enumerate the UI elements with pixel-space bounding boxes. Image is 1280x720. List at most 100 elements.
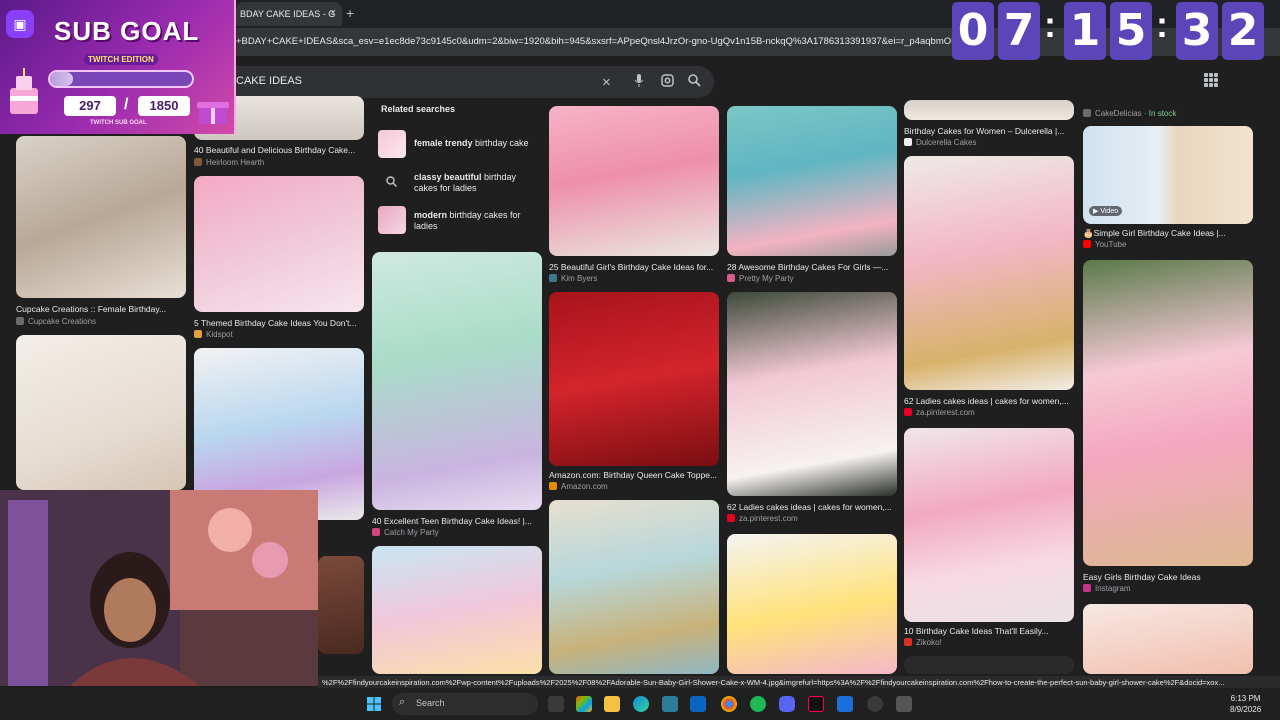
tab-close-icon[interactable]: ×: [330, 7, 336, 19]
search-icon: [386, 176, 398, 190]
search-query[interactable]: CAKE IDEAS: [236, 75, 302, 87]
spotify-icon[interactable]: [750, 696, 766, 712]
task-view-icon[interactable]: [548, 696, 564, 712]
clear-icon[interactable]: ×: [602, 74, 611, 91]
result-caption[interactable]: 62 Ladies cakes ideas | cakes for women,…: [727, 502, 892, 512]
result-source[interactable]: YouTube: [1083, 240, 1126, 249]
result-image-8[interactable]: [372, 546, 542, 674]
result-image-4[interactable]: [194, 176, 364, 312]
result-image-14[interactable]: [727, 534, 897, 674]
result-caption[interactable]: 28 Awesome Birthday Cakes For Girls —...: [727, 262, 888, 272]
result-caption[interactable]: Easy Girls Birthday Cake Ideas: [1083, 572, 1201, 582]
result-source[interactable]: Cupcake Creations: [16, 317, 96, 326]
sub-goal-footer: TWITCH SUB GOAL: [90, 120, 147, 126]
sub-count-goal: 1850: [138, 96, 190, 116]
result-caption[interactable]: 62 Ladies cakes ideas | cakes for women,…: [904, 396, 1069, 406]
related-thumb: [378, 206, 406, 234]
tab-title: BDAY CAKE IDEAS - G: [240, 9, 336, 19]
result-caption[interactable]: Cupcake Creations :: Female Birthday...: [16, 304, 166, 314]
lens-icon[interactable]: [661, 74, 674, 90]
app-icon[interactable]: [837, 696, 853, 712]
result-caption[interactable]: 25 Beautiful Girl's Birthday Cake Ideas …: [549, 262, 713, 272]
system-clock[interactable]: 6:13 PM 8/9/2026: [1230, 693, 1261, 715]
stock-badge: In stock: [1148, 109, 1177, 118]
chrome-icon[interactable]: [721, 696, 737, 712]
related-item[interactable]: classy beautiful birthday cakes for ladi…: [378, 168, 538, 200]
result-source[interactable]: Pretty My Party: [727, 274, 794, 283]
result-image-17[interactable]: [904, 428, 1074, 622]
source-name: za.pinterest.com: [916, 408, 975, 417]
url-text[interactable]: +BDAY+CAKE+IDEAS&sca_esv=e1ec8de73c9145c…: [236, 36, 956, 47]
result-caption[interactable]: 40 Beautiful and Delicious Birthday Cake…: [194, 145, 355, 155]
sub-count-slash: /: [124, 96, 129, 113]
result-image-21[interactable]: [1083, 604, 1253, 674]
source-name: CakeDelicias: [1095, 109, 1142, 118]
related-item[interactable]: modern birthday cakes for ladies: [378, 206, 538, 238]
result-source[interactable]: Instagram: [1083, 584, 1131, 593]
result-caption[interactable]: 40 Excellent Teen Birthday Cake Ideas! |…: [372, 516, 532, 526]
tiktok-icon[interactable]: [808, 696, 824, 712]
streamer-image: [0, 490, 318, 686]
file-explorer-icon[interactable]: [604, 696, 620, 712]
search-icon[interactable]: [688, 74, 701, 90]
result-image-15[interactable]: [904, 100, 1074, 120]
timer-separator: :: [1156, 4, 1168, 45]
result-source[interactable]: CakeDelicias · In stock: [1083, 109, 1176, 118]
result-image-7[interactable]: [372, 252, 542, 510]
result-image-6[interactable]: [318, 556, 364, 654]
mic-icon[interactable]: [634, 74, 644, 90]
status-url: %2F%2Ffindyourcakeinspiration.com%2Fwp-c…: [318, 676, 1280, 688]
browser-tab[interactable]: BDAY CAKE IDEAS - G ×: [236, 2, 342, 26]
sub-goal-progress-fill: [50, 72, 73, 86]
result-source[interactable]: Catch My Party: [372, 528, 439, 537]
result-source[interactable]: Heirloom Hearth: [194, 158, 264, 167]
result-image-12[interactable]: [727, 106, 897, 256]
result-image-9[interactable]: [549, 106, 719, 256]
cake-icon: [10, 68, 38, 114]
result-image-1[interactable]: [16, 136, 186, 298]
result-source[interactable]: Zikoko!: [904, 638, 942, 647]
search-icon: ⌕: [399, 696, 406, 708]
result-image-20[interactable]: [1083, 260, 1253, 566]
result-image-18[interactable]: [904, 656, 1074, 674]
related-item[interactable]: female trendy birthday cake: [378, 130, 538, 162]
result-source[interactable]: za.pinterest.com: [727, 514, 798, 523]
result-source[interactable]: Amazon.com: [549, 482, 608, 491]
outlook-icon[interactable]: [690, 696, 706, 712]
result-image-10[interactable]: [549, 292, 719, 466]
result-source[interactable]: Kim Byers: [549, 274, 597, 283]
result-caption[interactable]: Birthday Cakes for Women – Dulcerella |.…: [904, 126, 1064, 136]
result-source[interactable]: za.pinterest.com: [904, 408, 975, 417]
result-caption[interactable]: 10 Birthday Cake Ideas That'll Easily...: [904, 626, 1048, 636]
result-source[interactable]: Kidspot: [194, 330, 233, 339]
result-caption[interactable]: 5 Themed Birthday Cake Ideas You Don't..…: [194, 318, 357, 328]
result-caption[interactable]: 🎂Simple Girl Birthday Cake Ideas |...: [1083, 228, 1226, 239]
obs-icon[interactable]: [867, 696, 883, 712]
source-name: Heirloom Hearth: [206, 158, 265, 167]
timer-digit: 5: [1110, 2, 1152, 60]
twitch-icon: ▣: [6, 10, 34, 38]
new-tab-button[interactable]: +: [346, 5, 354, 21]
result-image-2[interactable]: [16, 335, 186, 490]
taskbar-search[interactable]: ⌕ Search: [392, 693, 538, 715]
discord-icon[interactable]: [779, 696, 795, 712]
search-box[interactable]: CAKE IDEAS ×: [236, 66, 714, 98]
time: 6:13 PM: [1230, 694, 1261, 703]
result-image-11[interactable]: [549, 500, 719, 674]
app-icon[interactable]: [896, 696, 912, 712]
timer-separator: :: [1044, 4, 1056, 45]
timer-digit: 0: [952, 2, 994, 60]
source-name: Zikoko!: [916, 638, 942, 647]
result-source[interactable]: Dulcerella Cakes: [904, 138, 976, 147]
result-image-13[interactable]: [727, 292, 897, 496]
edge-icon[interactable]: [633, 696, 649, 712]
result-image-19[interactable]: ▶ Video: [1083, 126, 1253, 224]
video-badge: ▶ Video: [1089, 206, 1123, 216]
google-apps-icon[interactable]: [1204, 73, 1218, 87]
result-caption[interactable]: Amazon.com: Birthday Queen Cake Toppe...: [549, 470, 717, 480]
sub-goal-title: SUB GOAL: [54, 16, 200, 46]
copilot-icon[interactable]: [576, 696, 592, 712]
store-icon[interactable]: [662, 696, 678, 712]
result-image-16[interactable]: [904, 156, 1074, 390]
windows-start-icon[interactable]: [367, 697, 381, 711]
